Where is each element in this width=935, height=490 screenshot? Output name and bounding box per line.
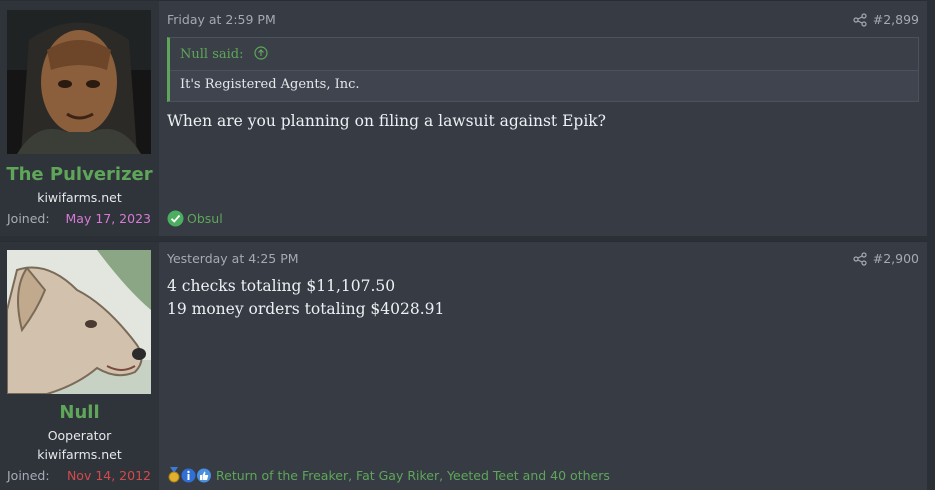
joined-label: Joined: [7, 211, 50, 226]
user-info: The Pulverizer kiwifarms.net Joined: May… [0, 1, 159, 236]
message-line: 19 money orders totaling $4028.91 [167, 300, 445, 318]
post-date[interactable]: Friday at 2:59 PM [167, 12, 276, 27]
username[interactable]: Null [0, 402, 159, 423]
dog-drawing-avatar [7, 250, 151, 394]
user-avatar[interactable] [7, 10, 151, 154]
alien-portrait-avatar [7, 10, 151, 154]
user-info: Null Ooperator kiwifarms.net Joined: Nov… [0, 242, 159, 490]
reactions-text[interactable]: Return of the Freaker, Fat Gay Riker, Ye… [216, 468, 610, 483]
check-mark-icon [167, 210, 184, 227]
quote-text: It's Registered Agents, Inc. [170, 70, 918, 101]
share-icon[interactable] [853, 13, 867, 27]
quote-author[interactable]: Null said: [180, 47, 243, 62]
joined-label: Joined: [7, 468, 50, 483]
post-message: 4 checks totaling $11,107.50 19 money or… [167, 275, 444, 321]
message-line: 4 checks totaling $11,107.50 [167, 277, 396, 295]
user-subtitle: kiwifarms.net [37, 447, 122, 462]
reactions-bar[interactable]: Return of the Freaker, Fat Gay Riker, Ye… [167, 467, 610, 483]
post-message: When are you planning on filing a lawsui… [167, 110, 606, 133]
thumbs-up-icon [197, 468, 211, 482]
post-number[interactable]: #2,900 [873, 251, 919, 266]
share-icon[interactable] [853, 252, 867, 266]
reactions-text[interactable]: Obsul [187, 211, 223, 226]
joined-date: May 17, 2023 [65, 211, 151, 226]
info-icon [181, 468, 196, 482]
quote-block: Null said: It's Registered Agents, Inc. [167, 37, 919, 102]
user-title: kiwifarms.net [37, 190, 122, 205]
joined-date: Nov 14, 2012 [66, 468, 151, 483]
message-line: When are you planning on filing a lawsui… [167, 112, 606, 130]
user-title: Ooperator [47, 428, 112, 443]
reactions-bar[interactable]: Obsul [167, 210, 223, 227]
post-2899: The Pulverizer kiwifarms.net Joined: May… [0, 0, 927, 236]
quote-header[interactable]: Null said: [170, 38, 918, 70]
post-number[interactable]: #2,899 [873, 12, 919, 27]
user-avatar[interactable] [7, 250, 151, 394]
username[interactable]: The Pulverizer [0, 164, 159, 185]
arrow-up-circle-icon[interactable] [254, 46, 268, 60]
post-2900: Null Ooperator kiwifarms.net Joined: Nov… [0, 241, 927, 490]
medal-icon [168, 467, 180, 483]
post-date[interactable]: Yesterday at 4:25 PM [167, 251, 299, 266]
